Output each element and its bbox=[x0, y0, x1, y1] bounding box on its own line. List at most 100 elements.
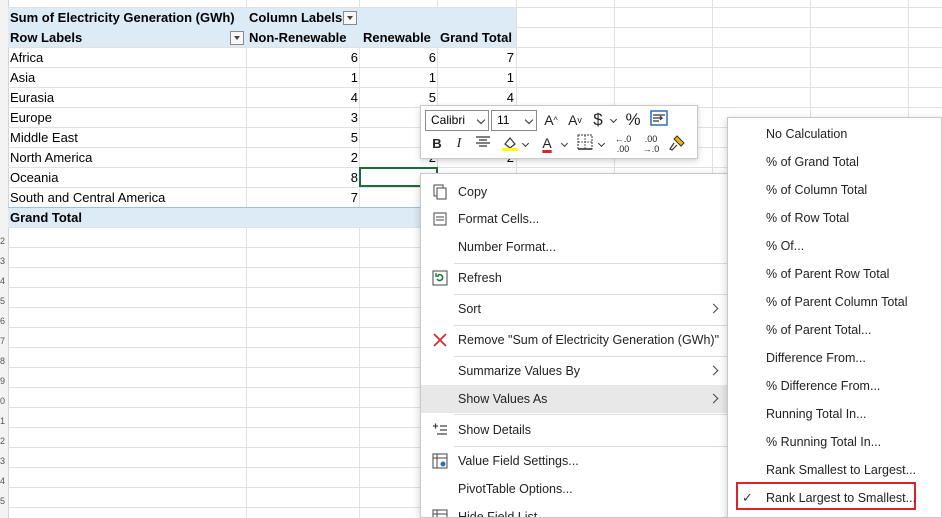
chevron-down-icon[interactable] bbox=[521, 139, 530, 148]
menu-item-copy[interactable]: Copy bbox=[421, 178, 727, 206]
row-number: 0 bbox=[0, 396, 6, 406]
submenu-item-pct-parent-row-total[interactable]: % of Parent Row Total bbox=[728, 260, 941, 288]
submenu-item-running-total-in[interactable]: Running Total In... bbox=[728, 400, 941, 428]
menu-item-show-details[interactable]: Show Details bbox=[421, 416, 727, 444]
menu-item-sort[interactable]: Sort bbox=[421, 295, 727, 323]
column-header-nonrenewable[interactable]: Non-Renewable bbox=[249, 28, 357, 48]
submenu-item-pct-grand-total[interactable]: % of Grand Total bbox=[728, 148, 941, 176]
row-label[interactable]: Oceania bbox=[10, 168, 240, 188]
value-cell[interactable]: 3 bbox=[248, 108, 358, 128]
format-painter-button[interactable] bbox=[667, 134, 687, 154]
row-labels-filter-button[interactable] bbox=[230, 31, 244, 45]
chevron-down-icon[interactable] bbox=[609, 115, 618, 124]
column-labels-header[interactable]: Column Labels bbox=[249, 8, 344, 28]
submenu-item-label: % Running Total In... bbox=[766, 435, 882, 449]
menu-item-label: Hide Field List bbox=[458, 510, 538, 518]
checkmark-icon: ✓ bbox=[742, 490, 753, 505]
percent-style-button[interactable]: % bbox=[623, 110, 643, 130]
menu-item-pivottable-options[interactable]: PivotTable Options... bbox=[421, 475, 727, 503]
refresh-icon bbox=[432, 270, 448, 286]
values-field-header[interactable]: Sum of Electricity Generation (GWh) bbox=[10, 8, 246, 28]
row-number: 3 bbox=[0, 456, 6, 466]
menu-item-label: Format Cells... bbox=[458, 212, 540, 226]
submenu-item-label: % of Row Total bbox=[766, 211, 850, 225]
chevron-right-icon bbox=[708, 303, 719, 314]
row-label[interactable]: Africa bbox=[10, 48, 240, 68]
column-header-grand-total[interactable]: Grand Total bbox=[440, 28, 516, 48]
row-number: 2 bbox=[0, 236, 6, 246]
value-cell[interactable]: 7 bbox=[248, 188, 358, 208]
menu-item-show-values-as[interactable]: Show Values As bbox=[421, 385, 727, 413]
value-cell[interactable]: 2 bbox=[248, 148, 358, 168]
row-labels-header[interactable]: Row Labels bbox=[10, 28, 230, 48]
value-cell[interactable]: 1 bbox=[439, 68, 514, 88]
mini-format-toolbar: Calibri 11 A^ Av $ % B I A ←.0 .00 .00 →… bbox=[420, 105, 698, 159]
chevron-down-icon[interactable] bbox=[560, 139, 569, 148]
italic-button[interactable]: I bbox=[451, 134, 467, 154]
fill-color-button[interactable] bbox=[499, 134, 521, 154]
menu-item-format-cells[interactable]: Format Cells... bbox=[421, 205, 727, 233]
column-header-renewable[interactable]: Renewable bbox=[363, 28, 438, 48]
row-label[interactable]: Europe bbox=[10, 108, 240, 128]
align-center-button[interactable] bbox=[473, 134, 493, 154]
menu-item-value-field-settings[interactable]: Value Field Settings... bbox=[421, 447, 727, 475]
column-labels-filter-button[interactable] bbox=[343, 11, 357, 25]
menu-item-summarize-values-by[interactable]: Summarize Values By bbox=[421, 357, 727, 385]
menu-item-number-format[interactable]: Number Format... bbox=[421, 233, 727, 261]
menu-item-label: Show Values As bbox=[458, 392, 548, 406]
accounting-format-button[interactable]: $ bbox=[589, 110, 607, 130]
bold-icon: B bbox=[432, 136, 442, 151]
shrink-font-button[interactable]: Av bbox=[565, 110, 585, 130]
grand-total-label[interactable]: Grand Total bbox=[10, 208, 240, 228]
format-painter-icon bbox=[669, 135, 685, 151]
menu-item-label: Number Format... bbox=[458, 240, 556, 254]
menu-item-label: Copy bbox=[458, 185, 488, 199]
menu-item-label: Refresh bbox=[458, 271, 502, 285]
font-size-box[interactable]: 11 bbox=[491, 110, 537, 131]
decrease-decimal-icon: .00 →.0 bbox=[642, 134, 660, 154]
menu-item-remove-field[interactable]: Remove "Sum of Electricity Generation (G… bbox=[421, 326, 727, 354]
menu-item-hide-field-list[interactable]: Hide Field List bbox=[421, 503, 727, 518]
submenu-item-pct-row-total[interactable]: % of Row Total bbox=[728, 204, 941, 232]
borders-button[interactable] bbox=[575, 134, 595, 154]
row-label[interactable]: North America bbox=[10, 148, 240, 168]
submenu-item-pct-parent-column-total[interactable]: % of Parent Column Total bbox=[728, 288, 941, 316]
remove-x-icon bbox=[433, 333, 447, 347]
row-label[interactable]: South and Central America bbox=[10, 188, 240, 208]
chevron-down-icon[interactable] bbox=[597, 139, 606, 148]
row-label[interactable]: Eurasia bbox=[10, 88, 240, 108]
font-color-icon: A bbox=[542, 135, 552, 151]
value-cell[interactable]: 7 bbox=[439, 48, 514, 68]
submenu-item-pct-parent-total[interactable]: % of Parent Total... bbox=[728, 316, 941, 344]
show-details-icon bbox=[433, 423, 447, 435]
font-color-button[interactable]: A bbox=[537, 133, 557, 153]
submenu-item-rank-smallest-to-largest[interactable]: Rank Smallest to Largest... bbox=[728, 456, 941, 484]
comma-style-button[interactable] bbox=[649, 110, 669, 130]
submenu-item-pct-column-total[interactable]: % of Column Total bbox=[728, 176, 941, 204]
value-cell[interactable]: 4 bbox=[248, 88, 358, 108]
value-cell[interactable]: 6 bbox=[361, 48, 436, 68]
value-cell[interactable]: 1 bbox=[248, 68, 358, 88]
value-cell[interactable]: 6 bbox=[248, 48, 358, 68]
value-cell[interactable]: 5 bbox=[248, 128, 358, 148]
font-name-box[interactable]: Calibri bbox=[425, 110, 489, 131]
submenu-item-pct-of[interactable]: % Of... bbox=[728, 232, 941, 260]
submenu-item-difference-from[interactable]: Difference From... bbox=[728, 344, 941, 372]
menu-item-refresh[interactable]: Refresh bbox=[421, 264, 727, 292]
submenu-item-no-calculation[interactable]: No Calculation bbox=[728, 120, 941, 148]
increase-decimal-button[interactable]: ←.0 .00 bbox=[611, 134, 635, 154]
submenu-item-pct-running-total-in[interactable]: % Running Total In... bbox=[728, 428, 941, 456]
value-field-settings-icon bbox=[432, 453, 448, 469]
decrease-decimal-button[interactable]: .00 →.0 bbox=[639, 134, 663, 154]
grow-font-button[interactable]: A^ bbox=[541, 110, 561, 130]
menu-item-label: Sort bbox=[458, 302, 481, 316]
row-number: 5 bbox=[0, 296, 6, 306]
submenu-item-rank-largest-to-smallest[interactable]: ✓ Rank Largest to Smallest... bbox=[728, 482, 941, 512]
row-label[interactable]: Middle East bbox=[10, 128, 240, 148]
row-label[interactable]: Asia bbox=[10, 68, 240, 88]
row-number: 6 bbox=[0, 316, 6, 326]
bold-button[interactable]: B bbox=[429, 134, 445, 154]
value-cell[interactable]: 1 bbox=[361, 68, 436, 88]
submenu-item-pct-difference-from[interactable]: % Difference From... bbox=[728, 372, 941, 400]
value-cell[interactable]: 8 bbox=[248, 168, 358, 188]
